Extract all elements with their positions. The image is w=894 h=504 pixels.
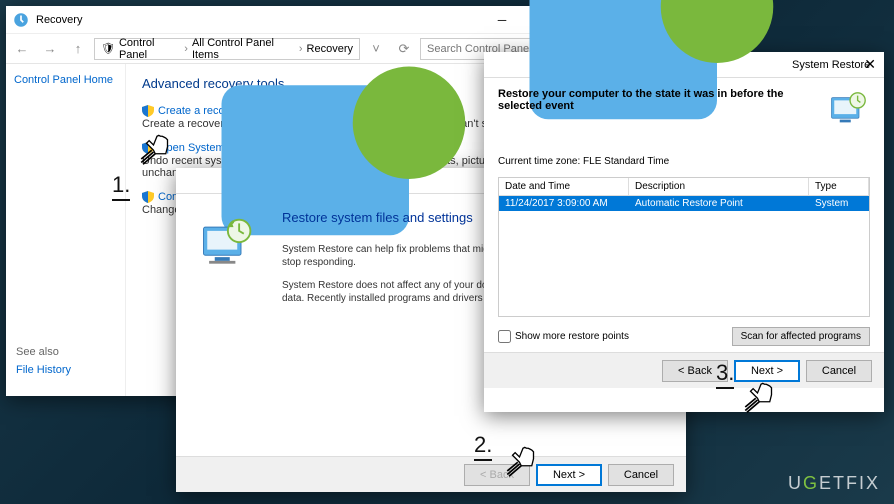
row-date: 11/24/2017 3:09:00 AM (499, 196, 629, 211)
table-header: Date and Time Description Type (499, 178, 869, 196)
see-also-label: See also (16, 346, 71, 358)
sidebar: Control Panel Home See also File History (6, 64, 126, 396)
breadcrumb-icon: 🛡 (101, 42, 115, 55)
watermark: UGETFIX (788, 473, 880, 494)
row-type: System (809, 196, 869, 211)
recovery-icon (12, 11, 30, 29)
file-history-link[interactable]: File History (16, 364, 71, 376)
see-also-section: See also File History (16, 346, 71, 376)
wizard1-back-button: < Back (464, 464, 530, 486)
annotation-3: 3. (716, 360, 734, 389)
wizard2-close-button[interactable]: ✕ (864, 56, 876, 73)
recovery-title: Recovery (36, 14, 482, 26)
system-restore-icon (196, 214, 256, 274)
nav-up-button[interactable]: ↑ (66, 37, 90, 61)
restore-points-table[interactable]: Date and Time Description Type 11/24/201… (498, 177, 870, 317)
wizard1-graphic (176, 194, 276, 456)
system-restore-wizard-2: System Restore ✕ Restore your computer t… (484, 52, 884, 412)
shield-icon (142, 105, 154, 117)
col-date[interactable]: Date and Time (499, 178, 629, 195)
scan-affected-programs-button[interactable]: Scan for affected programs (732, 327, 870, 346)
table-row[interactable]: 11/24/2017 3:09:00 AM Automatic Restore … (499, 196, 869, 211)
show-more-checkbox[interactable]: Show more restore points (498, 330, 629, 343)
system-restore-icon (826, 88, 870, 132)
col-type[interactable]: Type (809, 178, 869, 195)
wizard2-title: System Restore (792, 59, 870, 71)
col-description[interactable]: Description (629, 178, 809, 195)
wizard1-cancel-button[interactable]: Cancel (608, 464, 674, 486)
nav-back-button[interactable]: ← (10, 37, 34, 61)
wizard1-next-button[interactable]: Next > (536, 464, 602, 486)
wizard2-next-button[interactable]: Next > (734, 360, 800, 382)
row-desc: Automatic Restore Point (629, 196, 809, 211)
wizard2-heading: Restore your computer to the state it wa… (498, 88, 826, 112)
control-panel-home-link[interactable]: Control Panel Home (14, 74, 117, 86)
shield-icon (142, 191, 154, 203)
annotation-1: 1. (112, 172, 130, 201)
show-more-restore-points-checkbox[interactable] (498, 330, 511, 343)
annotation-2: 2. (474, 432, 492, 461)
shield-icon (142, 142, 154, 154)
wizard2-footer: < Back Next > Cancel (484, 352, 884, 388)
wizard2-titlebar: System Restore ✕ (484, 52, 884, 78)
nav-forward-button[interactable]: → (38, 37, 62, 61)
wizard1-footer: < Back Next > Cancel (176, 456, 686, 492)
crumb-0[interactable]: Control Panel (119, 37, 180, 61)
wizard2-cancel-button[interactable]: Cancel (806, 360, 872, 382)
